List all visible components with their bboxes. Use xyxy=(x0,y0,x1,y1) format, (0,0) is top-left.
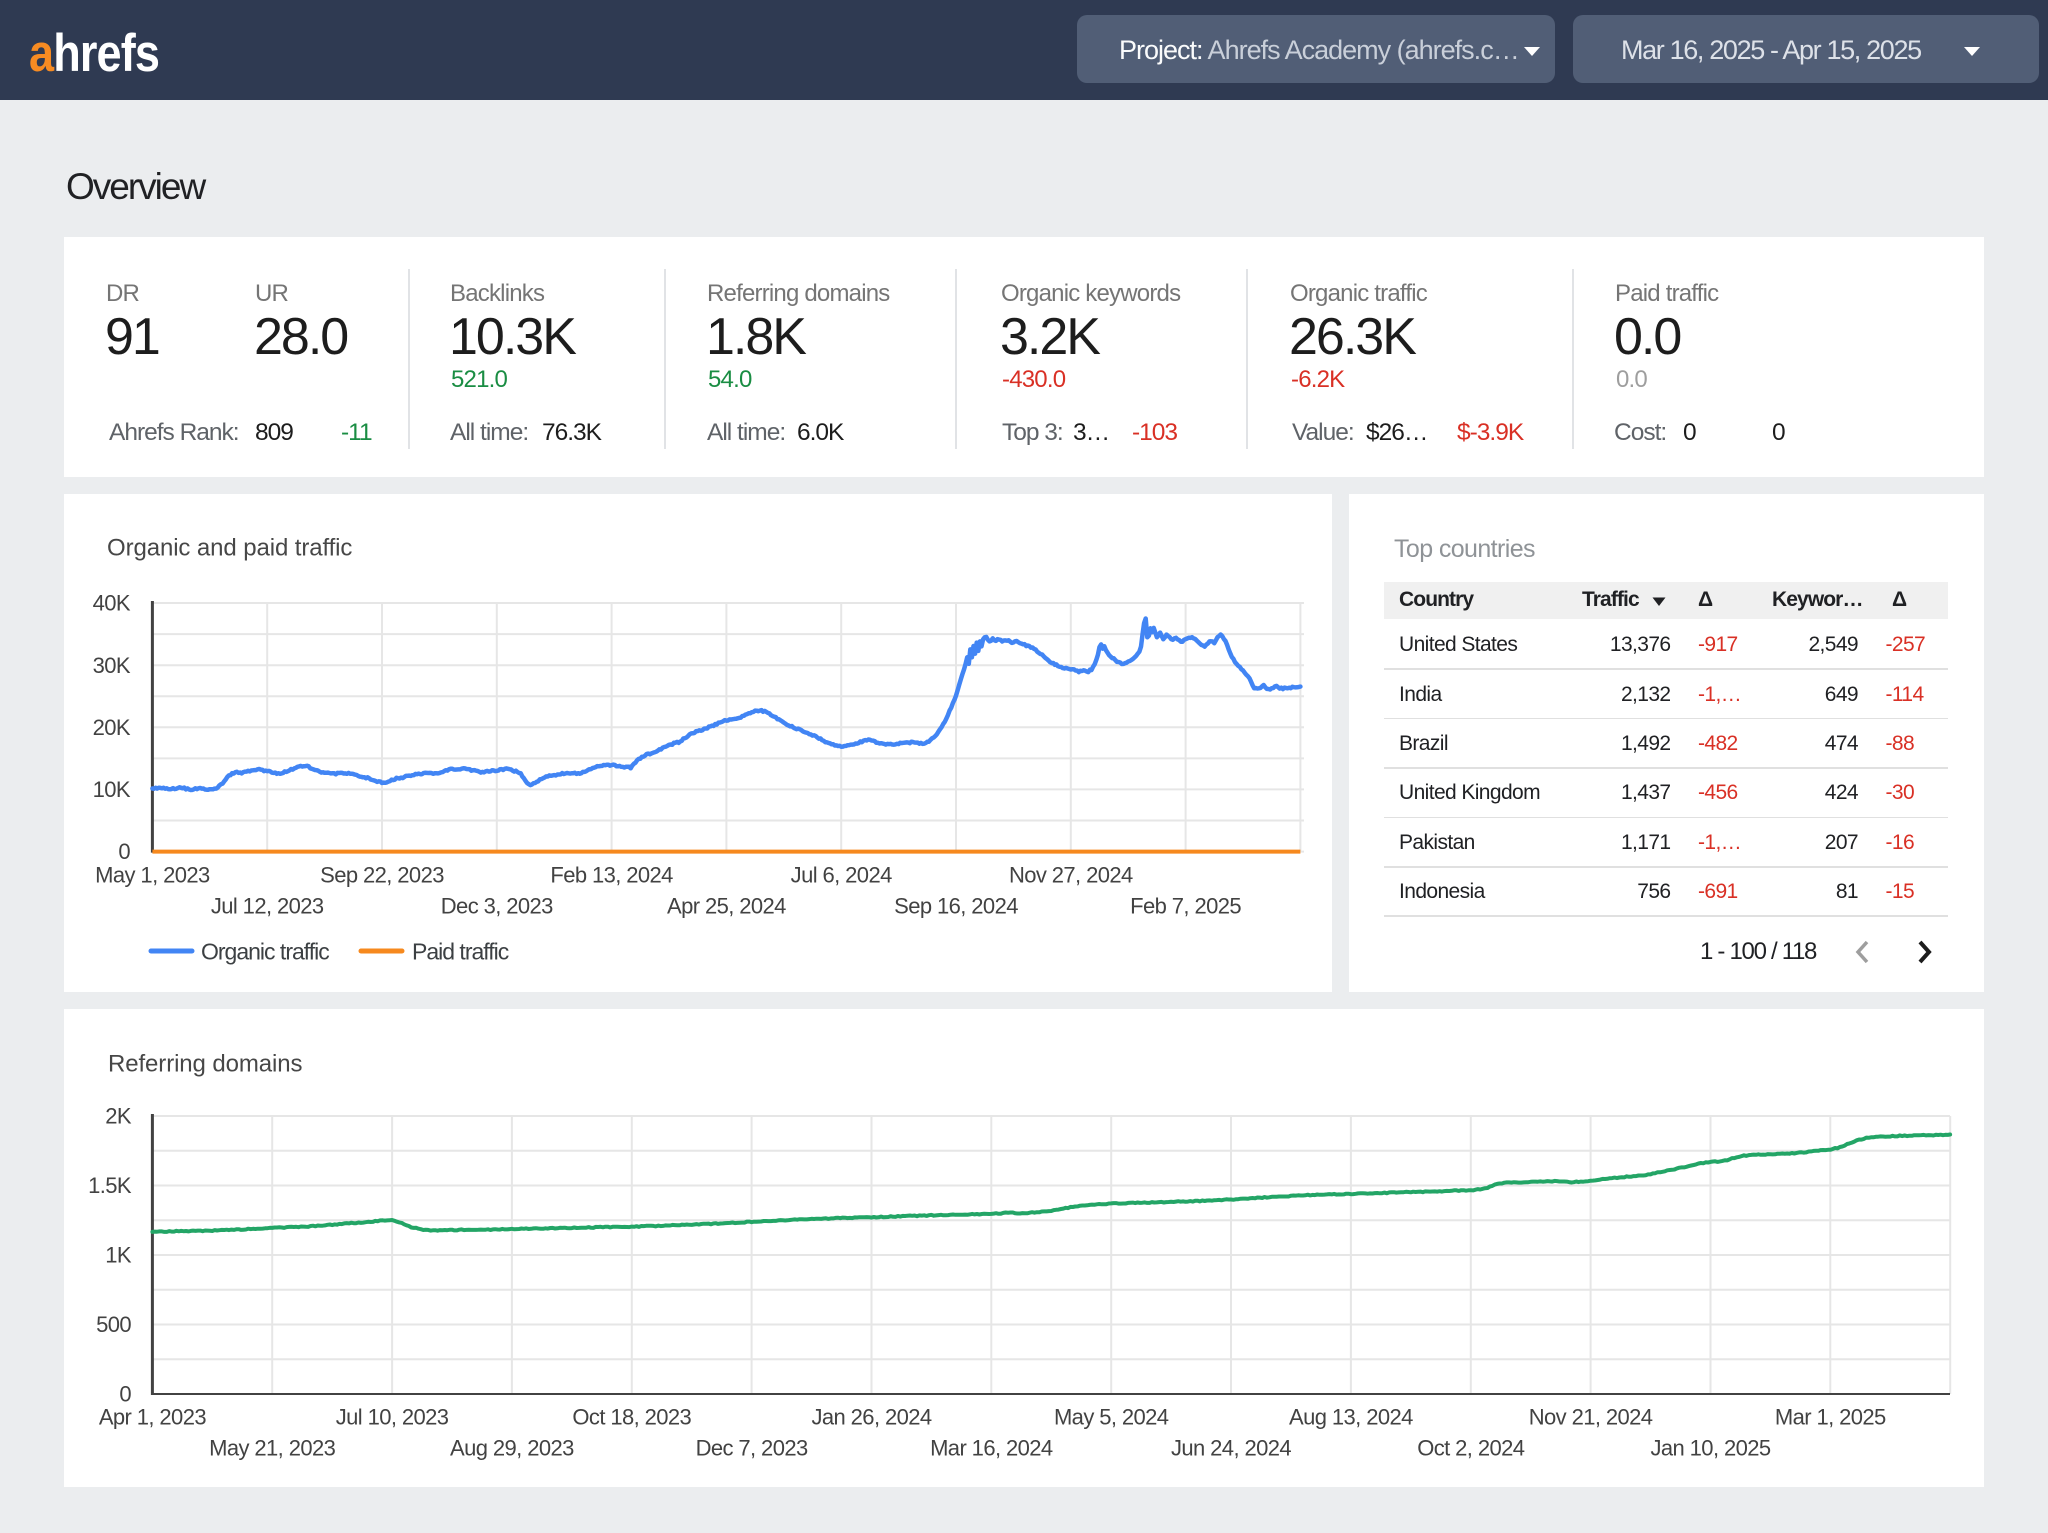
svg-text:Organic and paid traffic: Organic and paid traffic xyxy=(107,535,352,562)
svg-text:500: 500 xyxy=(96,1312,131,1337)
svg-text:Dec 3, 2023: Dec 3, 2023 xyxy=(441,893,553,918)
svg-text:Oct 18, 2023: Oct 18, 2023 xyxy=(572,1405,691,1430)
svg-text:Mar 16, 2024: Mar 16, 2024 xyxy=(930,1435,1053,1460)
svg-text:May 1, 2023: May 1, 2023 xyxy=(95,863,210,888)
svg-text:Jan 26, 2024: Jan 26, 2024 xyxy=(811,1405,931,1430)
svg-text:0: 0 xyxy=(119,1382,131,1407)
svg-text:Jul 10, 2023: Jul 10, 2023 xyxy=(336,1405,449,1430)
svg-text:Referring domains: Referring domains xyxy=(108,1050,302,1077)
svg-text:Mar 1, 2025: Mar 1, 2025 xyxy=(1775,1405,1886,1430)
svg-text:Oct 2, 2024: Oct 2, 2024 xyxy=(1417,1435,1525,1460)
svg-text:Sep 22, 2023: Sep 22, 2023 xyxy=(320,863,444,888)
svg-text:Apr 25, 2024: Apr 25, 2024 xyxy=(667,893,786,918)
svg-text:10K: 10K xyxy=(93,777,131,802)
svg-text:May 5, 2024: May 5, 2024 xyxy=(1054,1405,1169,1430)
svg-text:Feb 13, 2024: Feb 13, 2024 xyxy=(550,863,673,888)
svg-text:Paid traffic: Paid traffic xyxy=(412,938,509,964)
svg-text:0: 0 xyxy=(118,839,130,864)
svg-text:20K: 20K xyxy=(93,715,131,740)
svg-text:Feb 7, 2025: Feb 7, 2025 xyxy=(1130,893,1241,918)
svg-text:Nov 21, 2024: Nov 21, 2024 xyxy=(1529,1405,1653,1430)
svg-text:2K: 2K xyxy=(105,1104,132,1129)
svg-text:Jul 6, 2024: Jul 6, 2024 xyxy=(791,863,892,888)
svg-text:Aug 13, 2024: Aug 13, 2024 xyxy=(1289,1405,1413,1430)
svg-text:Jul 12, 2023: Jul 12, 2023 xyxy=(211,893,324,918)
svg-text:Jan 10, 2025: Jan 10, 2025 xyxy=(1650,1435,1770,1460)
svg-text:Sep 16, 2024: Sep 16, 2024 xyxy=(894,893,1018,918)
svg-text:Organic traffic: Organic traffic xyxy=(201,938,329,964)
svg-text:Dec 7, 2023: Dec 7, 2023 xyxy=(696,1435,808,1460)
svg-text:40K: 40K xyxy=(93,591,131,616)
svg-text:Jun 24, 2024: Jun 24, 2024 xyxy=(1171,1435,1291,1460)
svg-text:1.5K: 1.5K xyxy=(88,1173,132,1198)
svg-text:Aug 29, 2023: Aug 29, 2023 xyxy=(450,1435,574,1460)
svg-text:Apr 1, 2023: Apr 1, 2023 xyxy=(99,1405,207,1430)
svg-text:30K: 30K xyxy=(93,653,131,678)
svg-text:May 21, 2023: May 21, 2023 xyxy=(209,1435,335,1460)
svg-text:Nov 27, 2024: Nov 27, 2024 xyxy=(1009,863,1133,888)
svg-text:1K: 1K xyxy=(105,1243,132,1268)
